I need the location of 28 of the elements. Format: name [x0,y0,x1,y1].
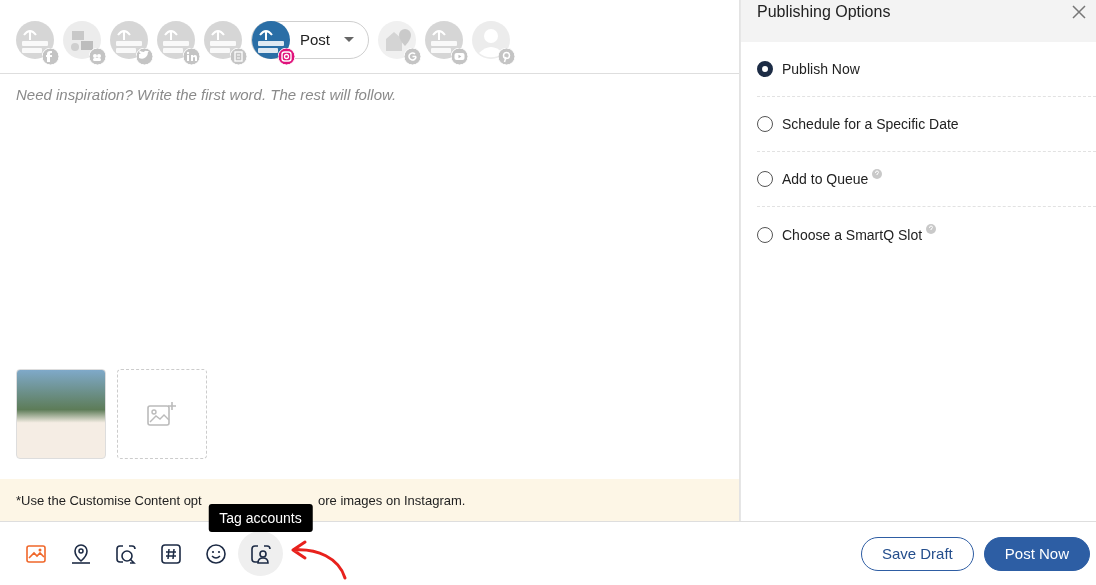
network-badge-icon [498,47,515,65]
account-avatar[interactable] [252,20,290,59]
network-badge-icon [404,47,421,65]
panel-title: Publishing Options [757,3,891,21]
network-badge-icon [451,47,468,65]
hashtag-icon [158,541,183,566]
add-image-icon [147,401,177,427]
network-badge-icon [136,47,153,65]
radio-button[interactable] [757,61,773,77]
network-badge-icon [183,47,200,65]
network-badge-icon [89,47,106,65]
smiley-icon [203,541,228,566]
tooltip: Tag accounts [208,504,313,532]
network-badge-icon [278,47,295,65]
photo-placeholder[interactable] [16,369,106,459]
network-badge-icon [42,47,59,65]
post-now-button[interactable]: Post Now [983,536,1090,571]
option-label[interactable]: Publish Now [782,61,860,77]
network-badge-icon [230,47,247,65]
caret-icon [344,36,354,43]
close-icon [1072,5,1086,19]
option-label[interactable]: Add to Queue [782,171,869,187]
option-label[interactable]: Schedule for a Specific Date [782,116,959,132]
option-label[interactable]: Choose a SmartQ Slot [782,226,923,243]
save-draft-button[interactable]: Save Draft [860,536,974,571]
notice-text: ore images on Instagram. [318,492,466,508]
toolbar-button[interactable] [238,531,283,576]
notice-text: *Use the Customise Content opt [16,492,202,508]
